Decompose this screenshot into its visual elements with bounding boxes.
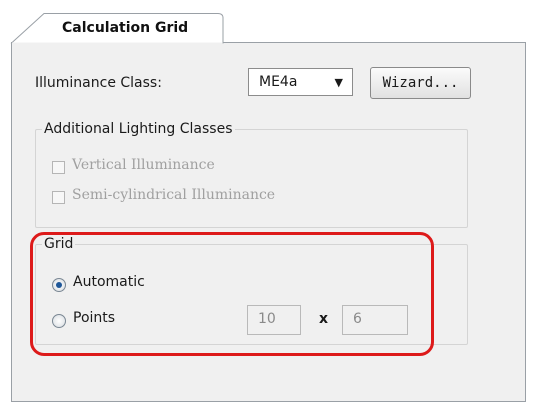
illuminance-class-value: ME4a <box>259 74 298 90</box>
grid-legend: Grid <box>44 236 74 252</box>
tab-calculation-grid[interactable]: Calculation Grid <box>10 12 224 44</box>
illuminance-class-label: Illuminance Class: <box>35 75 162 91</box>
additional-lighting-classes-legend: Additional Lighting Classes <box>44 121 233 137</box>
points-separator: x <box>319 311 329 327</box>
points-label: Points <box>73 310 116 326</box>
points-y-value: 6 <box>353 311 362 327</box>
points-y-input[interactable]: 6 <box>342 305 408 335</box>
automatic-radio[interactable] <box>52 278 66 292</box>
points-x-input[interactable]: 10 <box>247 305 301 335</box>
automatic-label: Automatic <box>73 274 145 290</box>
wizard-button[interactable]: Wizard... <box>370 67 471 99</box>
semi-cylindrical-illuminance-label: Semi-cylindrical Illuminance <box>72 187 276 203</box>
dropdown-arrow-icon: ▼ <box>334 76 343 89</box>
tab-label: Calculation Grid <box>62 20 189 36</box>
semi-cylindrical-illuminance-checkbox[interactable] <box>52 191 65 204</box>
points-radio[interactable] <box>52 314 66 328</box>
points-x-value: 10 <box>258 311 276 327</box>
vertical-illuminance-label: Vertical Illuminance <box>72 157 215 173</box>
additional-lighting-classes-group: Additional Lighting Classes <box>35 121 468 228</box>
vertical-illuminance-checkbox[interactable] <box>52 161 65 174</box>
illuminance-class-select[interactable]: ME4a ▼ <box>248 68 353 96</box>
